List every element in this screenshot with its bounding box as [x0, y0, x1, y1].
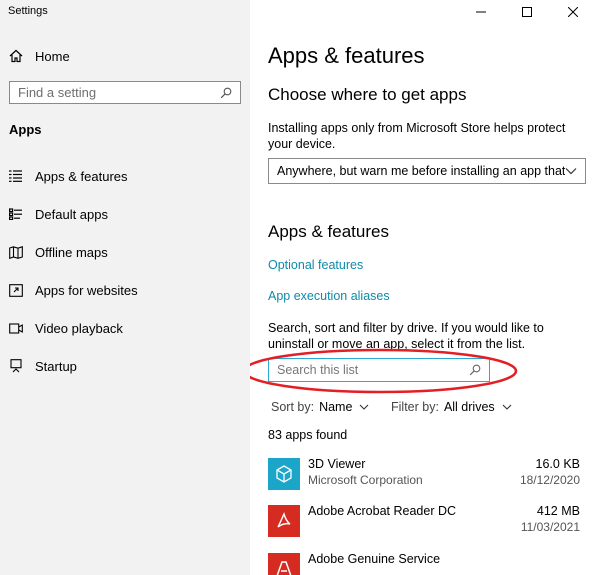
chevron-down-icon: [502, 404, 512, 410]
maximize-button[interactable]: [504, 0, 550, 24]
list-icon: [9, 169, 23, 183]
default-apps-icon: [9, 207, 23, 221]
app-item-adobe-reader[interactable]: Adobe Acrobat Reader DC 412 MB 11/03/202…: [268, 504, 584, 547]
maximize-icon: [522, 7, 532, 17]
sidebar-item-label: Apps for websites: [35, 282, 138, 298]
chevron-down-icon: [360, 404, 369, 410]
choose-heading: Choose where to get apps: [268, 85, 467, 104]
page-title: Apps & features: [268, 43, 425, 68]
home-icon: [9, 49, 23, 63]
sidebar-item-default-apps[interactable]: Default apps: [9, 204, 108, 224]
sort-value: Name: [319, 400, 353, 414]
sidebar-item-label: Apps & features: [35, 168, 128, 184]
app-item-3d-viewer[interactable]: 3D Viewer Microsoft Corporation 16.0 KB …: [268, 457, 584, 500]
app-execution-aliases-link[interactable]: App execution aliases: [268, 289, 390, 303]
chevron-down-icon: [565, 168, 577, 175]
app-publisher: Microsoft Corporation: [308, 473, 423, 487]
section-label: Apps: [9, 122, 42, 137]
app-size: 16.0 KB: [535, 457, 580, 471]
link-window-icon: [9, 283, 23, 297]
sidebar-item-offline-maps[interactable]: Offline maps: [9, 242, 108, 262]
sort-label: Sort by:: [271, 400, 315, 414]
app-name: Adobe Genuine Service: [308, 552, 441, 566]
startup-icon: [9, 359, 23, 373]
sidebar-item-label: Startup: [35, 358, 77, 374]
sidebar-item-apps-features[interactable]: Apps & features: [9, 166, 128, 186]
window-title: Settings: [8, 5, 48, 17]
minimize-button[interactable]: [458, 0, 504, 24]
optional-features-link[interactable]: Optional features: [268, 258, 363, 272]
acrobat-icon: [268, 505, 300, 537]
choose-description: Installing apps only from Microsoft Stor…: [268, 121, 566, 151]
sidebar-item-label: Offline maps: [35, 244, 108, 260]
sidebar-item-apps-websites[interactable]: Apps for websites: [9, 280, 138, 300]
video-icon: [9, 321, 23, 335]
apps-heading: Apps & features: [268, 222, 389, 241]
search-icon: [220, 87, 232, 98]
app-source-dropdown[interactable]: Anywhere, but warn me before installing …: [268, 158, 586, 184]
map-icon: [9, 245, 23, 259]
cube-icon: [268, 458, 300, 490]
main-panel: Apps & features Choose where to get apps…: [250, 0, 602, 575]
adobe-icon: [268, 553, 300, 575]
highlight-ellipse: [250, 348, 518, 394]
close-button[interactable]: [550, 0, 596, 24]
close-icon: [568, 7, 578, 17]
dropdown-value: Anywhere, but warn me before installing …: [277, 164, 565, 178]
filter-value: All drives: [443, 400, 495, 414]
minimize-icon: [476, 11, 486, 13]
app-date: 11/03/2021: [520, 520, 580, 534]
sidebar: Settings Home Find a setting Apps Apps &…: [0, 0, 250, 575]
app-size: 412 MB: [536, 504, 580, 518]
app-name: Adobe Acrobat Reader DC: [308, 504, 457, 518]
sidebar-item-label: Video playback: [35, 320, 123, 336]
app-item-adobe-genuine[interactable]: Adobe Genuine Service: [268, 552, 584, 575]
filter-control[interactable]: Filter by: All drives: [391, 400, 512, 414]
filter-label: Filter by:: [391, 400, 439, 414]
sidebar-item-video-playback[interactable]: Video playback: [9, 318, 123, 338]
sort-control[interactable]: Sort by: Name: [271, 400, 369, 414]
find-setting-placeholder: Find a setting: [18, 85, 97, 100]
app-name: 3D Viewer: [308, 457, 366, 471]
find-setting-input[interactable]: Find a setting: [9, 81, 241, 104]
home-label: Home: [35, 48, 70, 64]
app-date: 18/12/2020: [519, 473, 580, 487]
sidebar-item-label: Default apps: [35, 206, 108, 222]
apps-count: 83 apps found: [268, 428, 348, 442]
sidebar-item-startup[interactable]: Startup: [9, 356, 77, 376]
home-link[interactable]: Home: [9, 47, 70, 65]
